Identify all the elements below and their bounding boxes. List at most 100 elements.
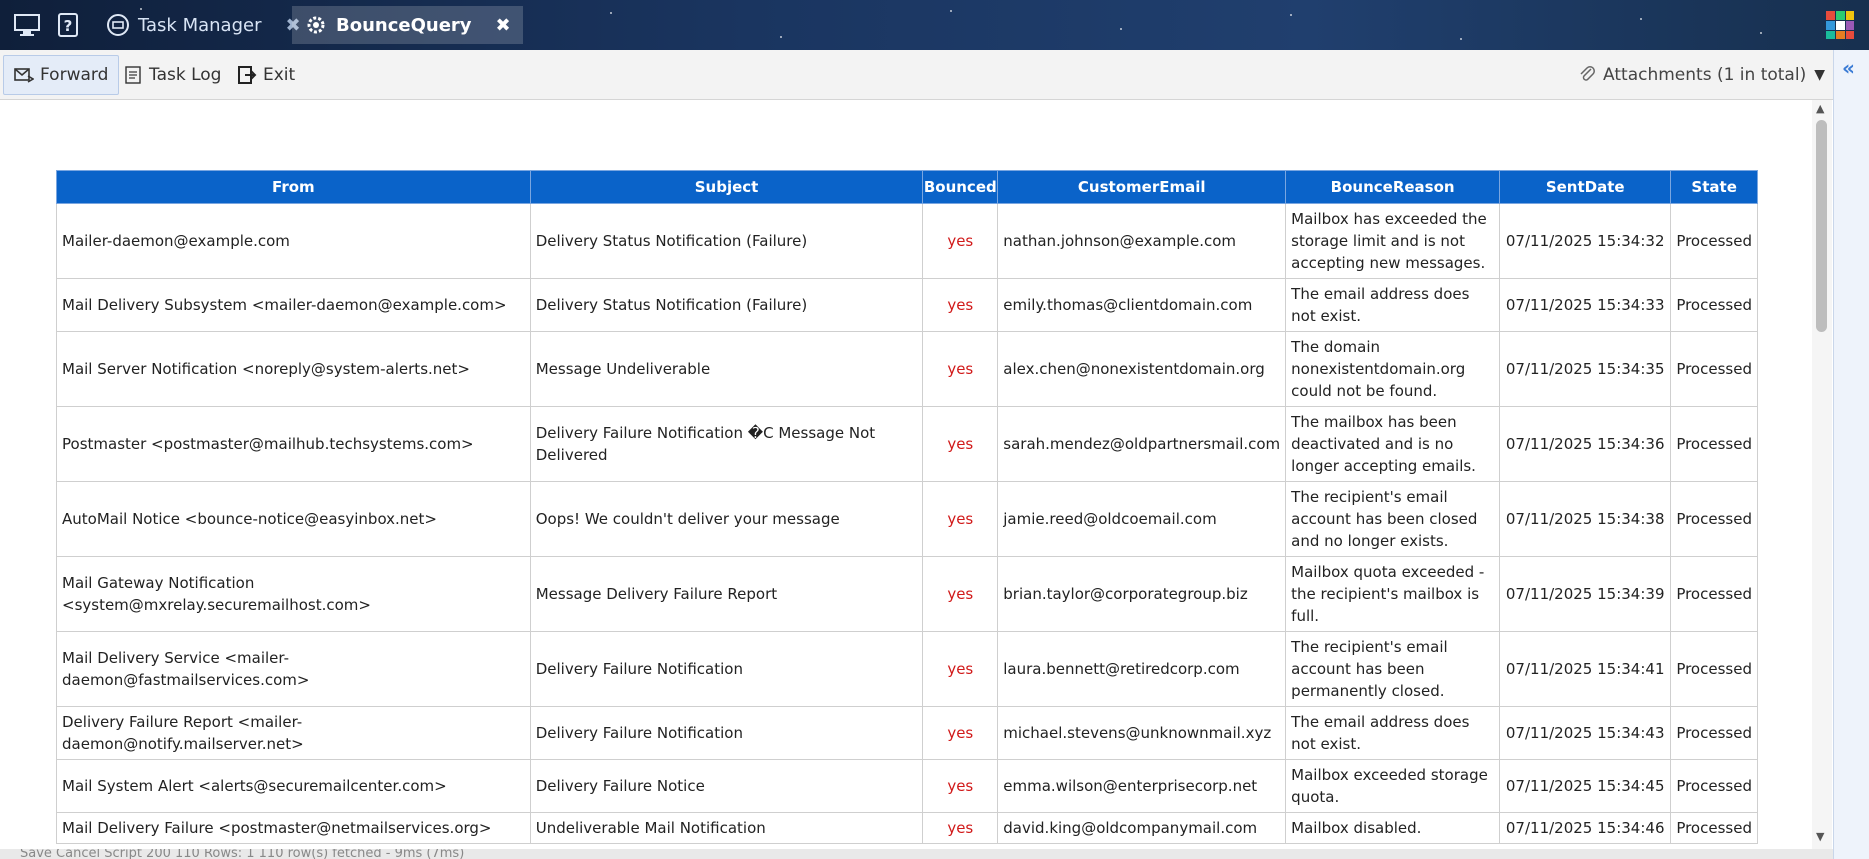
vertical-scrollbar[interactable]: ▲ ▼ [1812,100,1832,849]
cell-customer-email: jamie.reed@oldcoemail.com [997,481,1287,557]
cell-subject: Delivery Failure Notice [529,759,924,813]
cell-bounce-reason: The email address does not exist. [1285,278,1501,332]
cell-state: Processed [1670,556,1758,632]
cell-from: Mail Gateway Notification <system@mxrela… [56,556,531,632]
cell-bounce-reason: Mailbox quota exceeded - the recipient's… [1285,556,1501,632]
scrollbar-thumb[interactable] [1816,120,1827,332]
cell-bounce-reason: The mailbox has been deactivated and is … [1285,406,1501,482]
cell-subject: Delivery Status Notification (Failure) [529,203,924,279]
help-icon[interactable]: ? [54,10,84,40]
cell-subject: Message Delivery Failure Report [529,556,924,632]
log-icon [123,65,143,85]
cell-bounce-reason: The recipient's email account has been p… [1285,631,1501,707]
tab-task-manager[interactable]: Task Manager ✖ [94,6,313,44]
table-row[interactable]: Mail Server Notification <noreply@system… [56,331,1758,407]
cell-customer-email: david.king@oldcompanymail.com [997,812,1287,844]
header-bounce-reason[interactable]: BounceReason [1285,170,1501,204]
table-row[interactable]: Mail System Alert <alerts@securemailcent… [56,759,1758,813]
cell-from: Mail System Alert <alerts@securemailcent… [56,759,531,813]
header-sent-date[interactable]: SentDate [1499,170,1672,204]
cell-bounced: yes [922,706,999,760]
header-state[interactable]: State [1670,170,1758,204]
table-row[interactable]: Mail Gateway Notification <system@mxrela… [56,556,1758,632]
cell-from: AutoMail Notice <bounce-notice@easyinbox… [56,481,531,557]
cell-bounced: yes [922,812,999,844]
cell-state: Processed [1670,203,1758,279]
header-from[interactable]: From [56,170,531,204]
cell-sent-date: 07/11/2025 15:34:45 [1499,759,1672,813]
task-log-label: Task Log [149,65,222,85]
toolbar: Forward Task Log Exit Attachments (1 in … [0,50,1833,100]
cell-from: Delivery Failure Report <mailer-daemon@n… [56,706,531,760]
collapse-icon[interactable]: « [1842,56,1855,80]
cell-subject: Oops! We couldn't deliver your message [529,481,924,557]
tab-bouncequery[interactable]: BounceQuery ✖ [292,6,523,44]
cell-from: Mail Delivery Service <mailer-daemon@fas… [56,631,531,707]
cell-customer-email: alex.chen@nonexistentdomain.org [997,331,1287,407]
cell-bounce-reason: The domain nonexistentdomain.org could n… [1285,331,1501,407]
exit-label: Exit [263,65,296,85]
cell-customer-email: laura.bennett@retiredcorp.com [997,631,1287,707]
cell-bounce-reason: The recipient's email account has been c… [1285,481,1501,557]
scroll-down-icon[interactable]: ▼ [1816,830,1824,843]
cell-customer-email: brian.taylor@corporategroup.biz [997,556,1287,632]
cell-sent-date: 07/11/2025 15:34:36 [1499,406,1672,482]
results-panel: From Subject Bounced CustomerEmail BounceRea… [0,100,1833,849]
table-row[interactable]: Mailer-daemon@example.com Delivery Status… [56,203,1758,279]
cell-from: Mail Delivery Failure <postmaster@netmai… [56,812,531,844]
table-row[interactable]: AutoMail Notice <bounce-notice@easyinbox… [56,481,1758,557]
table-row[interactable]: Delivery Failure Report <mailer-daemon@n… [56,706,1758,760]
cell-subject: Delivery Failure Notification [529,706,924,760]
cell-subject: Delivery Failure Notification [529,631,924,707]
cell-bounced: yes [922,203,999,279]
scroll-up-icon[interactable]: ▲ [1816,102,1824,115]
cell-from: Mail Server Notification <noreply@system… [56,331,531,407]
cell-customer-email: michael.stevens@unknownmail.xyz [997,706,1287,760]
cell-state: Processed [1670,331,1758,407]
table-header-row: From Subject Bounced CustomerEmail BounceRea… [56,170,1758,204]
cell-state: Processed [1670,406,1758,482]
cell-sent-date: 07/11/2025 15:34:32 [1499,203,1672,279]
tab-label: Task Manager [138,14,262,36]
desktop-icon[interactable] [12,10,42,40]
cell-sent-date: 07/11/2025 15:34:46 [1499,812,1672,844]
cell-bounce-reason: The email address does not exist. [1285,706,1501,760]
side-panel-rail: « [1833,50,1869,859]
cell-sent-date: 07/11/2025 15:34:41 [1499,631,1672,707]
cell-state: Processed [1670,759,1758,813]
cell-from: Postmaster <postmaster@mailhub.techsyste… [56,406,531,482]
cell-state: Processed [1670,706,1758,760]
cell-from: Mail Delivery Subsystem <mailer-daemon@e… [56,278,531,332]
table-row[interactable]: Mail Delivery Service <mailer-daemon@fas… [56,631,1758,707]
window-tab-bar: ? Task Manager ✖ BounceQuery ✖ [0,0,1869,50]
cell-state: Processed [1670,631,1758,707]
triangle-down-icon: ▼ [1814,67,1825,83]
cell-sent-date: 07/11/2025 15:34:43 [1499,706,1672,760]
exit-icon [237,65,257,85]
cell-sent-date: 07/11/2025 15:34:33 [1499,278,1672,332]
attachments-label: Attachments (1 in total) [1603,65,1807,85]
cell-customer-email: emily.thomas@clientdomain.com [997,278,1287,332]
cell-state: Processed [1670,812,1758,844]
cell-subject: Delivery Failure Notification �C Message… [529,406,924,482]
header-subject[interactable]: Subject [529,170,924,204]
forward-button[interactable]: Forward [3,55,120,95]
cell-bounce-reason: Mailbox disabled. [1285,812,1501,844]
cell-subject: Undeliverable Mail Notification [529,812,924,844]
attachments-dropdown[interactable]: Attachments (1 in total) ▼ [1579,55,1825,95]
cell-state: Processed [1670,278,1758,332]
header-customer-email[interactable]: CustomerEmail [997,170,1287,204]
header-bounced[interactable]: Bounced [922,170,999,204]
paperclip-icon [1579,64,1596,87]
cell-customer-email: nathan.johnson@example.com [997,203,1287,279]
table-row[interactable]: Mail Delivery Subsystem <mailer-daemon@e… [56,278,1758,332]
task-manager-icon [106,13,130,37]
status-bar: Save Cancel Script 200 110 Rows: 1 110 r… [0,849,1833,859]
exit-button[interactable]: Exit [226,55,306,95]
table-row[interactable]: Postmaster <postmaster@mailhub.techsyste… [56,406,1758,482]
close-icon[interactable]: ✖ [496,15,511,36]
gear-icon [304,13,328,37]
table-row[interactable]: Mail Delivery Failure <postmaster@netmai… [56,812,1758,844]
task-log-button[interactable]: Task Log [112,55,232,95]
forward-mail-icon [14,65,34,85]
